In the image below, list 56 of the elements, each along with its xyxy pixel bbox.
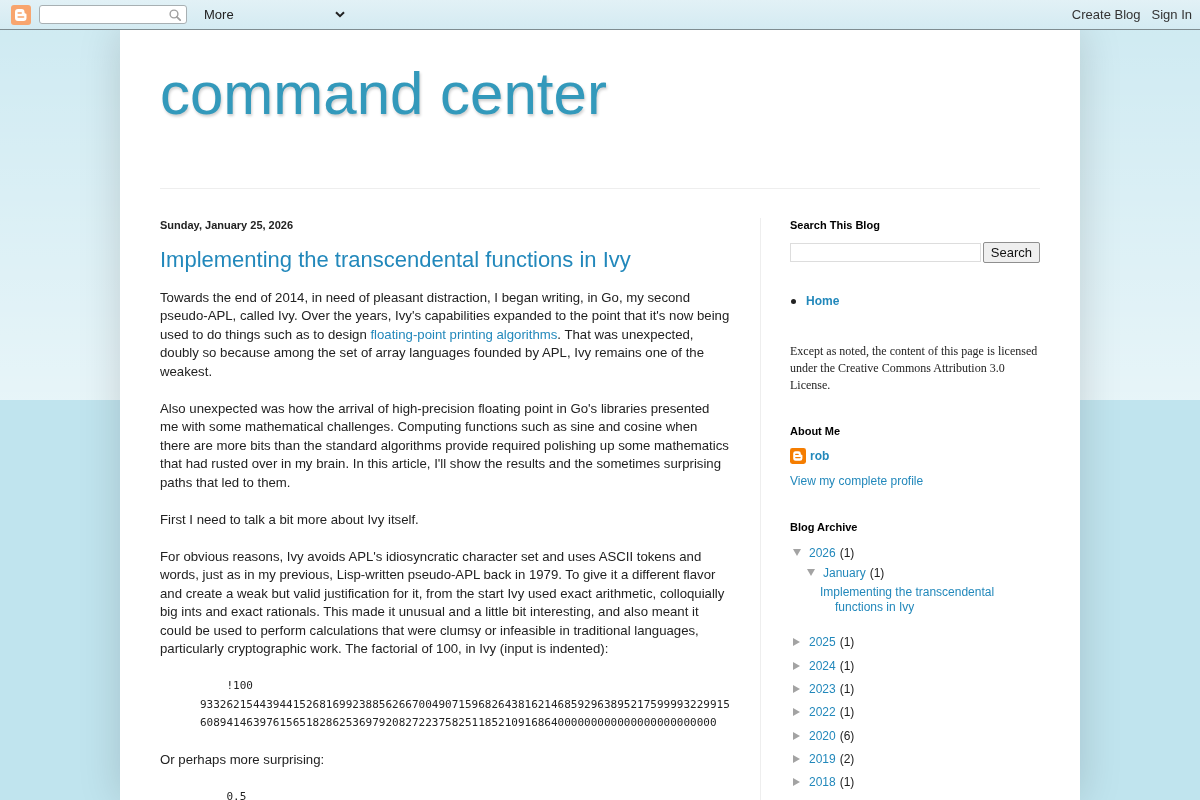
profile-link[interactable]: View my complete profile <box>790 472 924 490</box>
code-text: 0.5 <box>225 789 247 800</box>
paragraph: First I need to talk a bit more about Ivy itself. <box>160 510 420 529</box>
search-icon[interactable] <box>169 8 181 21</box>
archive-link[interactable]: 2018 <box>809 775 836 790</box>
nav-link[interactable]: Sign In <box>1151 7 1192 22</box>
triangle-right-icon[interactable] <box>793 708 800 717</box>
triangle-right-icon[interactable] <box>793 661 800 670</box>
archive-post-link[interactable]: Implementing the transcendental functions in Ivy <box>820 585 1040 616</box>
post-count: (1) <box>839 658 855 673</box>
logo-icon[interactable] <box>11 4 31 25</box>
widget-title: Search This Blog <box>790 218 881 233</box>
triangle-right-icon[interactable] <box>793 778 800 787</box>
triangle-down-icon[interactable] <box>807 569 815 577</box>
paragraph: Or perhaps more surprising: <box>160 751 326 770</box>
license-text: Except as noted, the content of this page is licensed under the Creative Commons Attribution 3.0 License. <box>790 342 1039 394</box>
widget-title: About Me <box>790 423 842 439</box>
date-header: Sunday, January 25, 2026 <box>160 218 295 233</box>
archive-link[interactable]: 2024 <box>809 658 836 673</box>
search-field[interactable] <box>39 5 187 24</box>
bullet-icon <box>791 298 796 304</box>
paragraph: Towards the end of 2014, in need of pleasant distraction, I began writing, in Go, my second pseudo-APL, called Ivy. Over the years, Ivy's capabilities expanded to the point that it's now being used to do things such as to design floating-point printing algorithms. That was unexpected, doubly so because among the set of array languages founded by APL, Ivy remains one of the weakest. <box>160 289 730 381</box>
nav-link[interactable]: Create Blog <box>1071 7 1141 22</box>
blog-title[interactable]: command center <box>160 58 607 130</box>
search-field[interactable] <box>790 243 981 262</box>
post-count: (1) <box>869 565 885 580</box>
page-link[interactable]: Home <box>806 293 840 310</box>
archive-link[interactable]: January <box>823 565 866 580</box>
post-count: (1) <box>839 635 855 650</box>
post-count: (1) <box>839 682 855 696</box>
post-count: (2) <box>839 751 855 766</box>
more-dropdown[interactable]: More <box>200 4 350 25</box>
post-count: (1) <box>839 545 855 560</box>
triangle-right-icon[interactable] <box>793 638 800 647</box>
search-button[interactable]: Search <box>982 242 1040 263</box>
triangle-right-icon[interactable] <box>793 754 800 763</box>
archive-link[interactable]: 2019 <box>809 751 836 766</box>
archive-link[interactable]: 2022 <box>809 705 836 720</box>
triangle-down-icon[interactable] <box>793 549 801 557</box>
chevron-down-icon[interactable] <box>335 11 345 18</box>
paragraph: For obvious reasons, Ivy avoids APL's idiosyncratic character set and uses ASCII tokens and words, just as in my previous, Lisp-written pseudo-APL back in 1979. To give it a different flavor and create a weak but valid justification for it, from the start Ivy used exact arithmetic, colloquially big ints and exact rationals. This made it unusual and a little bit interesting, and also meant it could be used to perform calculations that were clumsy or infeasible in traditional languages, particularly cryptographic work. The factorial of 100, in Ivy (input is indented): <box>160 547 726 659</box>
post-count: (6) <box>839 728 855 743</box>
post-count: (1) <box>839 705 855 720</box>
logo-icon <box>790 447 806 464</box>
triangle-right-icon[interactable] <box>793 685 800 693</box>
post-count: (1) <box>839 775 855 790</box>
triangle-right-icon[interactable] <box>793 731 800 740</box>
post-title[interactable]: Implementing the transcendental functions in Ivy <box>160 246 730 275</box>
archive-link[interactable]: 2020 <box>809 728 836 743</box>
archive-link[interactable]: 2023 <box>809 682 836 696</box>
widget-title: Blog Archive <box>790 519 859 535</box>
archive-link[interactable]: 2025 <box>809 635 836 650</box>
profile-name-link[interactable]: rob <box>810 448 830 463</box>
code-text: !100 93326215443944152681699238856266700490715968264381621468592963895217599993229915 608941463976156518286253697920827223758251185210916864000000000000000000000000 <box>200 678 730 732</box>
archive-link[interactable]: 2026 <box>809 545 836 560</box>
paragraph: Also unexpected was how the arrival of high-precision floating point in Go's libraries presented me with some mathematical challenges. Computing functions such as sine and cosine when there are more bits than the standard algorithms provide required polishing up some mathematics that had rusted over in my brain. In this article, I'll show the results and the sometimes surprising paths that led to them. <box>160 399 730 492</box>
